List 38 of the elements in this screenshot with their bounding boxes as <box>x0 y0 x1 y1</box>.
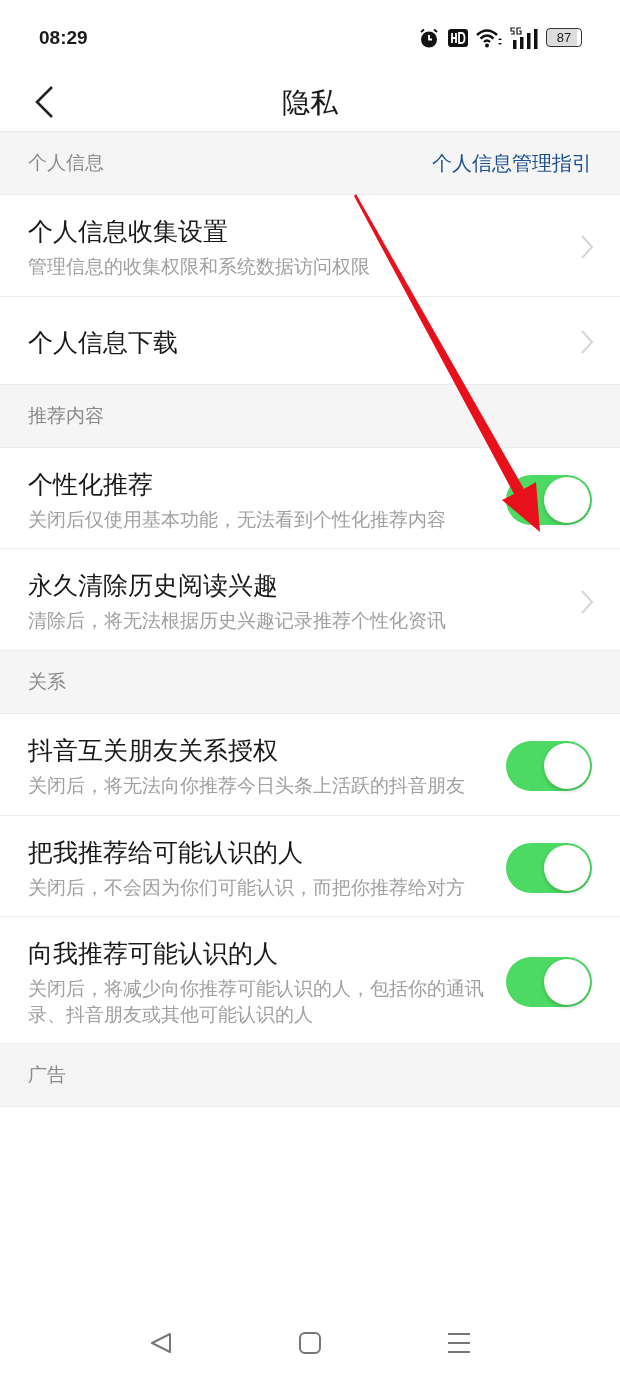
row-title: 个人信息下载 <box>28 326 178 359</box>
section-title: 广告 <box>28 1062 66 1088</box>
battery-indicator: 87 <box>546 28 582 47</box>
settings-row[interactable]: 把我推荐给可能认识的人 关闭后，不会因为你们可能认识，而把你推荐给对方 <box>0 815 620 918</box>
row-description: 清除后，将无法根据历史兴趣记录推荐个性化资讯 <box>28 608 446 634</box>
row-title: 向我推荐可能认识的人 <box>28 938 279 971</box>
section-title: 推荐内容 <box>28 402 104 428</box>
back-triangle-icon[interactable] <box>149 1331 173 1355</box>
row-title: 个性化推荐 <box>28 468 154 501</box>
toggle-switch[interactable] <box>506 741 592 792</box>
alarm-clock-icon <box>418 26 440 49</box>
status-time: 08:29 <box>39 26 88 49</box>
menu-icon[interactable] <box>447 1332 471 1354</box>
row-description: 关闭后，不会因为你们可能认识，而把你推荐给对方 <box>28 874 465 900</box>
chevron-icon <box>580 234 594 261</box>
row-title: 抖音互关朋友关系授权 <box>28 734 279 767</box>
guide-link[interactable]: 个人信息管理指引 <box>432 149 592 177</box>
cellular-signal-icon <box>510 26 538 49</box>
back-icon <box>34 85 54 119</box>
toggle-switch[interactable] <box>506 842 592 893</box>
section-title: 个人信息 <box>28 150 104 175</box>
home-square-icon[interactable] <box>298 1331 322 1355</box>
row-description: 关闭后，将减少向你推荐可能认识的人，包括你的通讯录、抖音朋友或其他可能认识的人 <box>28 976 485 1027</box>
page-title: 隐私 <box>282 85 338 121</box>
row-title: 把我推荐给可能认识的人 <box>28 836 304 869</box>
row-description: 关闭后，将无法向你推荐今日头条上活跃的抖音朋友 <box>28 772 465 798</box>
row-description: 关闭后仅使用基本功能，无法看到个性化推荐内容 <box>28 506 446 532</box>
toggle-switch[interactable] <box>506 957 592 1008</box>
settings-row[interactable]: 永久清除历史阅读兴趣 清除后，将无法根据历史兴趣记录推荐个性化资讯 <box>0 549 620 651</box>
settings-row[interactable]: 抖音互关朋友关系授权 关闭后，将无法向你推荐今日头条上活跃的抖音朋友 <box>0 713 620 816</box>
chevron-icon <box>580 329 594 356</box>
chevron-icon <box>580 588 594 615</box>
row-description: 管理信息的收集权限和系统数据访问权限 <box>28 254 370 279</box>
row-title: 个人信息收集设置 <box>28 216 229 248</box>
hd-icon <box>448 28 468 47</box>
wifi-icon <box>476 27 502 48</box>
row-title: 永久清除历史阅读兴趣 <box>28 570 279 603</box>
section-title: 关系 <box>28 668 66 694</box>
